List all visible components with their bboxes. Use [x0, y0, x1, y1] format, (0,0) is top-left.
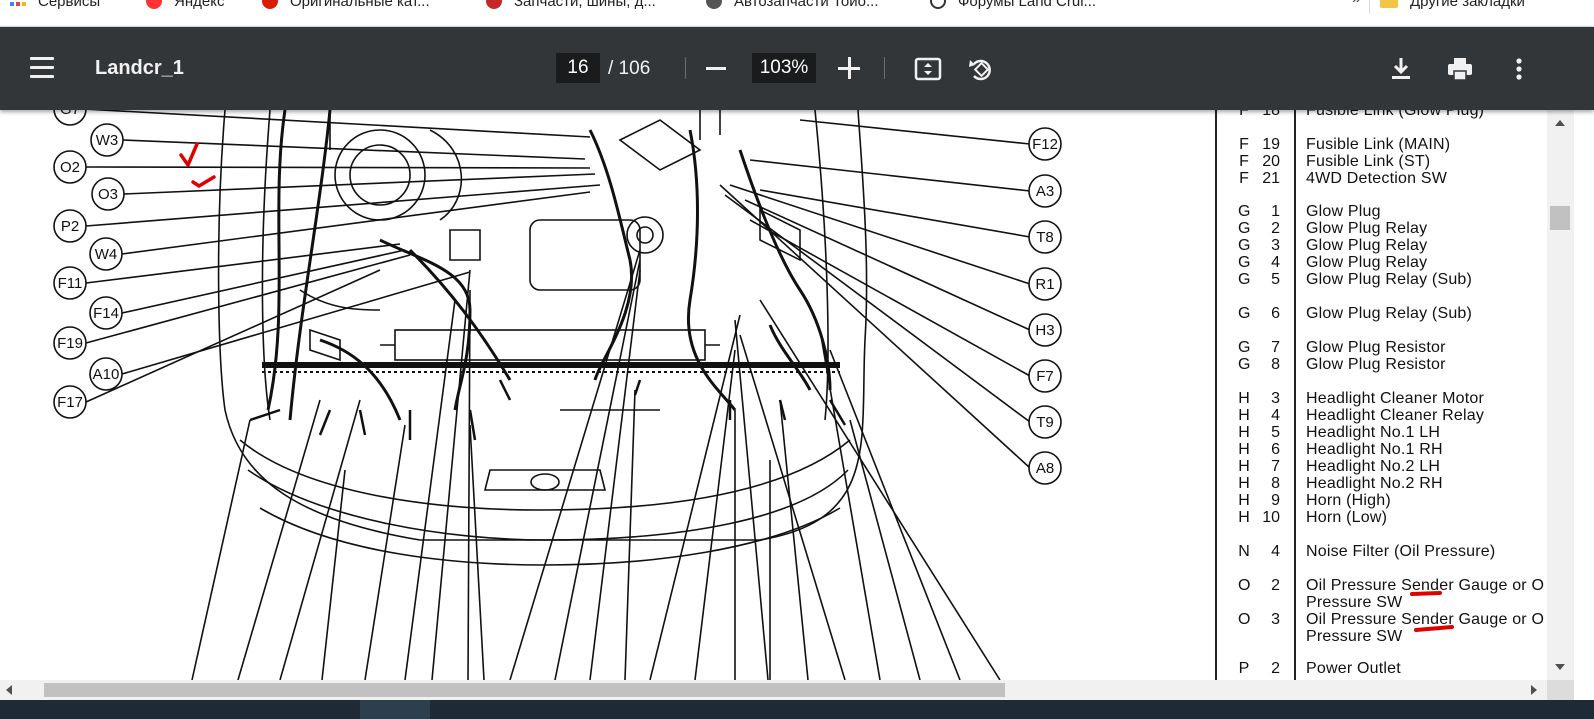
svg-text:G7: G7 — [60, 110, 80, 118]
scroll-up-icon[interactable] — [1555, 120, 1565, 126]
label-p2: P2 — [53, 209, 87, 243]
menu-icon[interactable] — [30, 57, 58, 81]
label-g7: G7 — [53, 110, 87, 126]
svg-text:P2: P2 — [61, 218, 79, 235]
svg-text:F14: F14 — [93, 305, 119, 322]
svg-text:F19: F19 — [57, 335, 83, 352]
label-f19: F19 — [53, 326, 87, 360]
download-icon[interactable] — [1386, 54, 1416, 84]
wiring-diagram: G7 W3 O2 O3 P2 W4 F11 F14 F19 A10 F17 F1… — [53, 110, 1062, 680]
bookmark-services[interactable]: Сервисы — [10, 0, 100, 11]
label-t8: T8 — [1028, 220, 1062, 254]
forum-logo-icon — [930, 0, 946, 9]
toolbar-divider — [884, 57, 885, 79]
svg-text:F12: F12 — [1032, 136, 1058, 153]
scroll-left-icon[interactable] — [6, 685, 12, 695]
scrollbar-corner — [1547, 680, 1574, 700]
label-t9: T9 — [1028, 405, 1062, 439]
pdf-page-viewport[interactable]: G7 W3 O2 O3 P2 W4 F11 F14 F19 A10 F17 F1… — [0, 110, 1594, 680]
bookmark-label: Другие закладки — [1410, 0, 1525, 10]
bookmark-other-folder[interactable]: Другие закладки — [1380, 0, 1525, 11]
label-w3: W3 — [90, 123, 124, 157]
svg-text:A8: A8 — [1036, 460, 1054, 477]
label-o2: O2 — [53, 150, 87, 184]
svg-text:T8: T8 — [1036, 229, 1054, 246]
label-f7: F7 — [1028, 359, 1062, 393]
label-f17: F17 — [53, 385, 87, 419]
folder-icon — [1380, 0, 1398, 8]
fit-to-page-icon[interactable] — [913, 54, 943, 84]
taskbar-item[interactable] — [360, 700, 430, 719]
label-a10: A10 — [89, 357, 123, 391]
document-title: Landcr_1 — [95, 57, 184, 79]
bookmark-land-cruiser-forums[interactable]: Форумы Land Crui... — [930, 0, 1096, 11]
bookmark-label: Форумы Land Crui... — [958, 0, 1097, 10]
svg-text:F11: F11 — [58, 275, 83, 292]
bookmark-label: Автозапчасти Тойо... — [734, 0, 879, 10]
scroll-down-icon[interactable] — [1555, 664, 1565, 670]
bookmark-label: Оригинальные кат... — [290, 0, 430, 10]
label-w4: W4 — [89, 237, 123, 271]
toyota-logo-icon — [706, 0, 722, 9]
label-h3: H3 — [1028, 313, 1062, 347]
bookmarks-divider — [1369, 0, 1370, 14]
rotate-icon[interactable] — [966, 54, 996, 84]
svg-text:W4: W4 — [95, 246, 118, 263]
svg-text:F7: F7 — [1036, 368, 1054, 385]
zoom-out-button[interactable] — [706, 67, 726, 70]
svg-text:R1: R1 — [1035, 276, 1054, 293]
svg-text:O2: O2 — [60, 159, 80, 176]
bookmark-label: Запчасти, шины, д... — [514, 0, 656, 10]
bookmark-toyota-parts[interactable]: Автозапчасти Тойо... — [706, 0, 879, 11]
svg-text:H3: H3 — [1035, 322, 1054, 339]
pdf-toolbar: Landcr_1 16 / 106 103% — [0, 27, 1594, 110]
horizontal-scrollbar[interactable] — [0, 680, 1547, 700]
label-r1: R1 — [1028, 267, 1062, 301]
horizontal-scroll-thumb[interactable] — [44, 683, 1005, 697]
label-a8: A8 — [1028, 451, 1062, 485]
apps-grid-icon — [10, 0, 26, 6]
taskbar-strip — [0, 700, 1594, 719]
label-o3: O3 — [91, 177, 125, 211]
svg-text:W3: W3 — [96, 132, 119, 149]
zoom-in-button[interactable] — [838, 57, 860, 79]
bookmark-yandex[interactable]: Яндекс — [146, 0, 224, 11]
vertical-scrollbar[interactable] — [1547, 110, 1574, 680]
component-legend: F 18 Fusible Link (Glow Plug) F 19 Fusible Li… — [1212, 110, 1552, 680]
svg-text:O3: O3 — [98, 186, 118, 203]
label-f11: F11 — [53, 266, 87, 300]
label-f14: F14 — [89, 296, 123, 330]
red-checkmark-annotations — [179, 142, 216, 188]
yandex-icon — [146, 0, 162, 9]
bookmark-label: Яндекс — [174, 0, 225, 10]
label-a3: A3 — [1028, 174, 1062, 208]
parts-logo-icon — [486, 0, 502, 9]
page-total: / 106 — [608, 58, 651, 79]
toolbar-divider — [685, 57, 686, 79]
svg-text:T9: T9 — [1036, 414, 1054, 431]
bookmarks-bar: Сервисы Яндекс Оригинальные кат... Запча… — [0, 0, 1594, 27]
page-number-input[interactable]: 16 — [556, 53, 600, 83]
bookmark-parts-tires[interactable]: Запчасти, шины, д... — [486, 0, 656, 11]
red-underline-annotations — [1410, 591, 1454, 632]
scroll-right-icon[interactable] — [1531, 685, 1537, 695]
bookmark-label: Сервисы — [38, 0, 101, 10]
svg-text:F17: F17 — [57, 394, 83, 411]
print-icon[interactable] — [1445, 54, 1475, 84]
svg-text:A3: A3 — [1036, 183, 1054, 200]
label-f12: F12 — [1028, 127, 1062, 161]
more-vert-icon[interactable] — [1504, 54, 1534, 84]
bookmarks-overflow-button[interactable]: » — [1352, 0, 1361, 8]
right-gutter — [1574, 110, 1594, 700]
vertical-scroll-thumb[interactable] — [1550, 206, 1570, 230]
zoom-level-input[interactable]: 103% — [752, 53, 816, 83]
bookmark-original-catalogs[interactable]: Оригинальные кат... — [262, 0, 430, 11]
svg-text:A10: A10 — [93, 366, 120, 383]
gear-logo-icon — [262, 0, 278, 9]
